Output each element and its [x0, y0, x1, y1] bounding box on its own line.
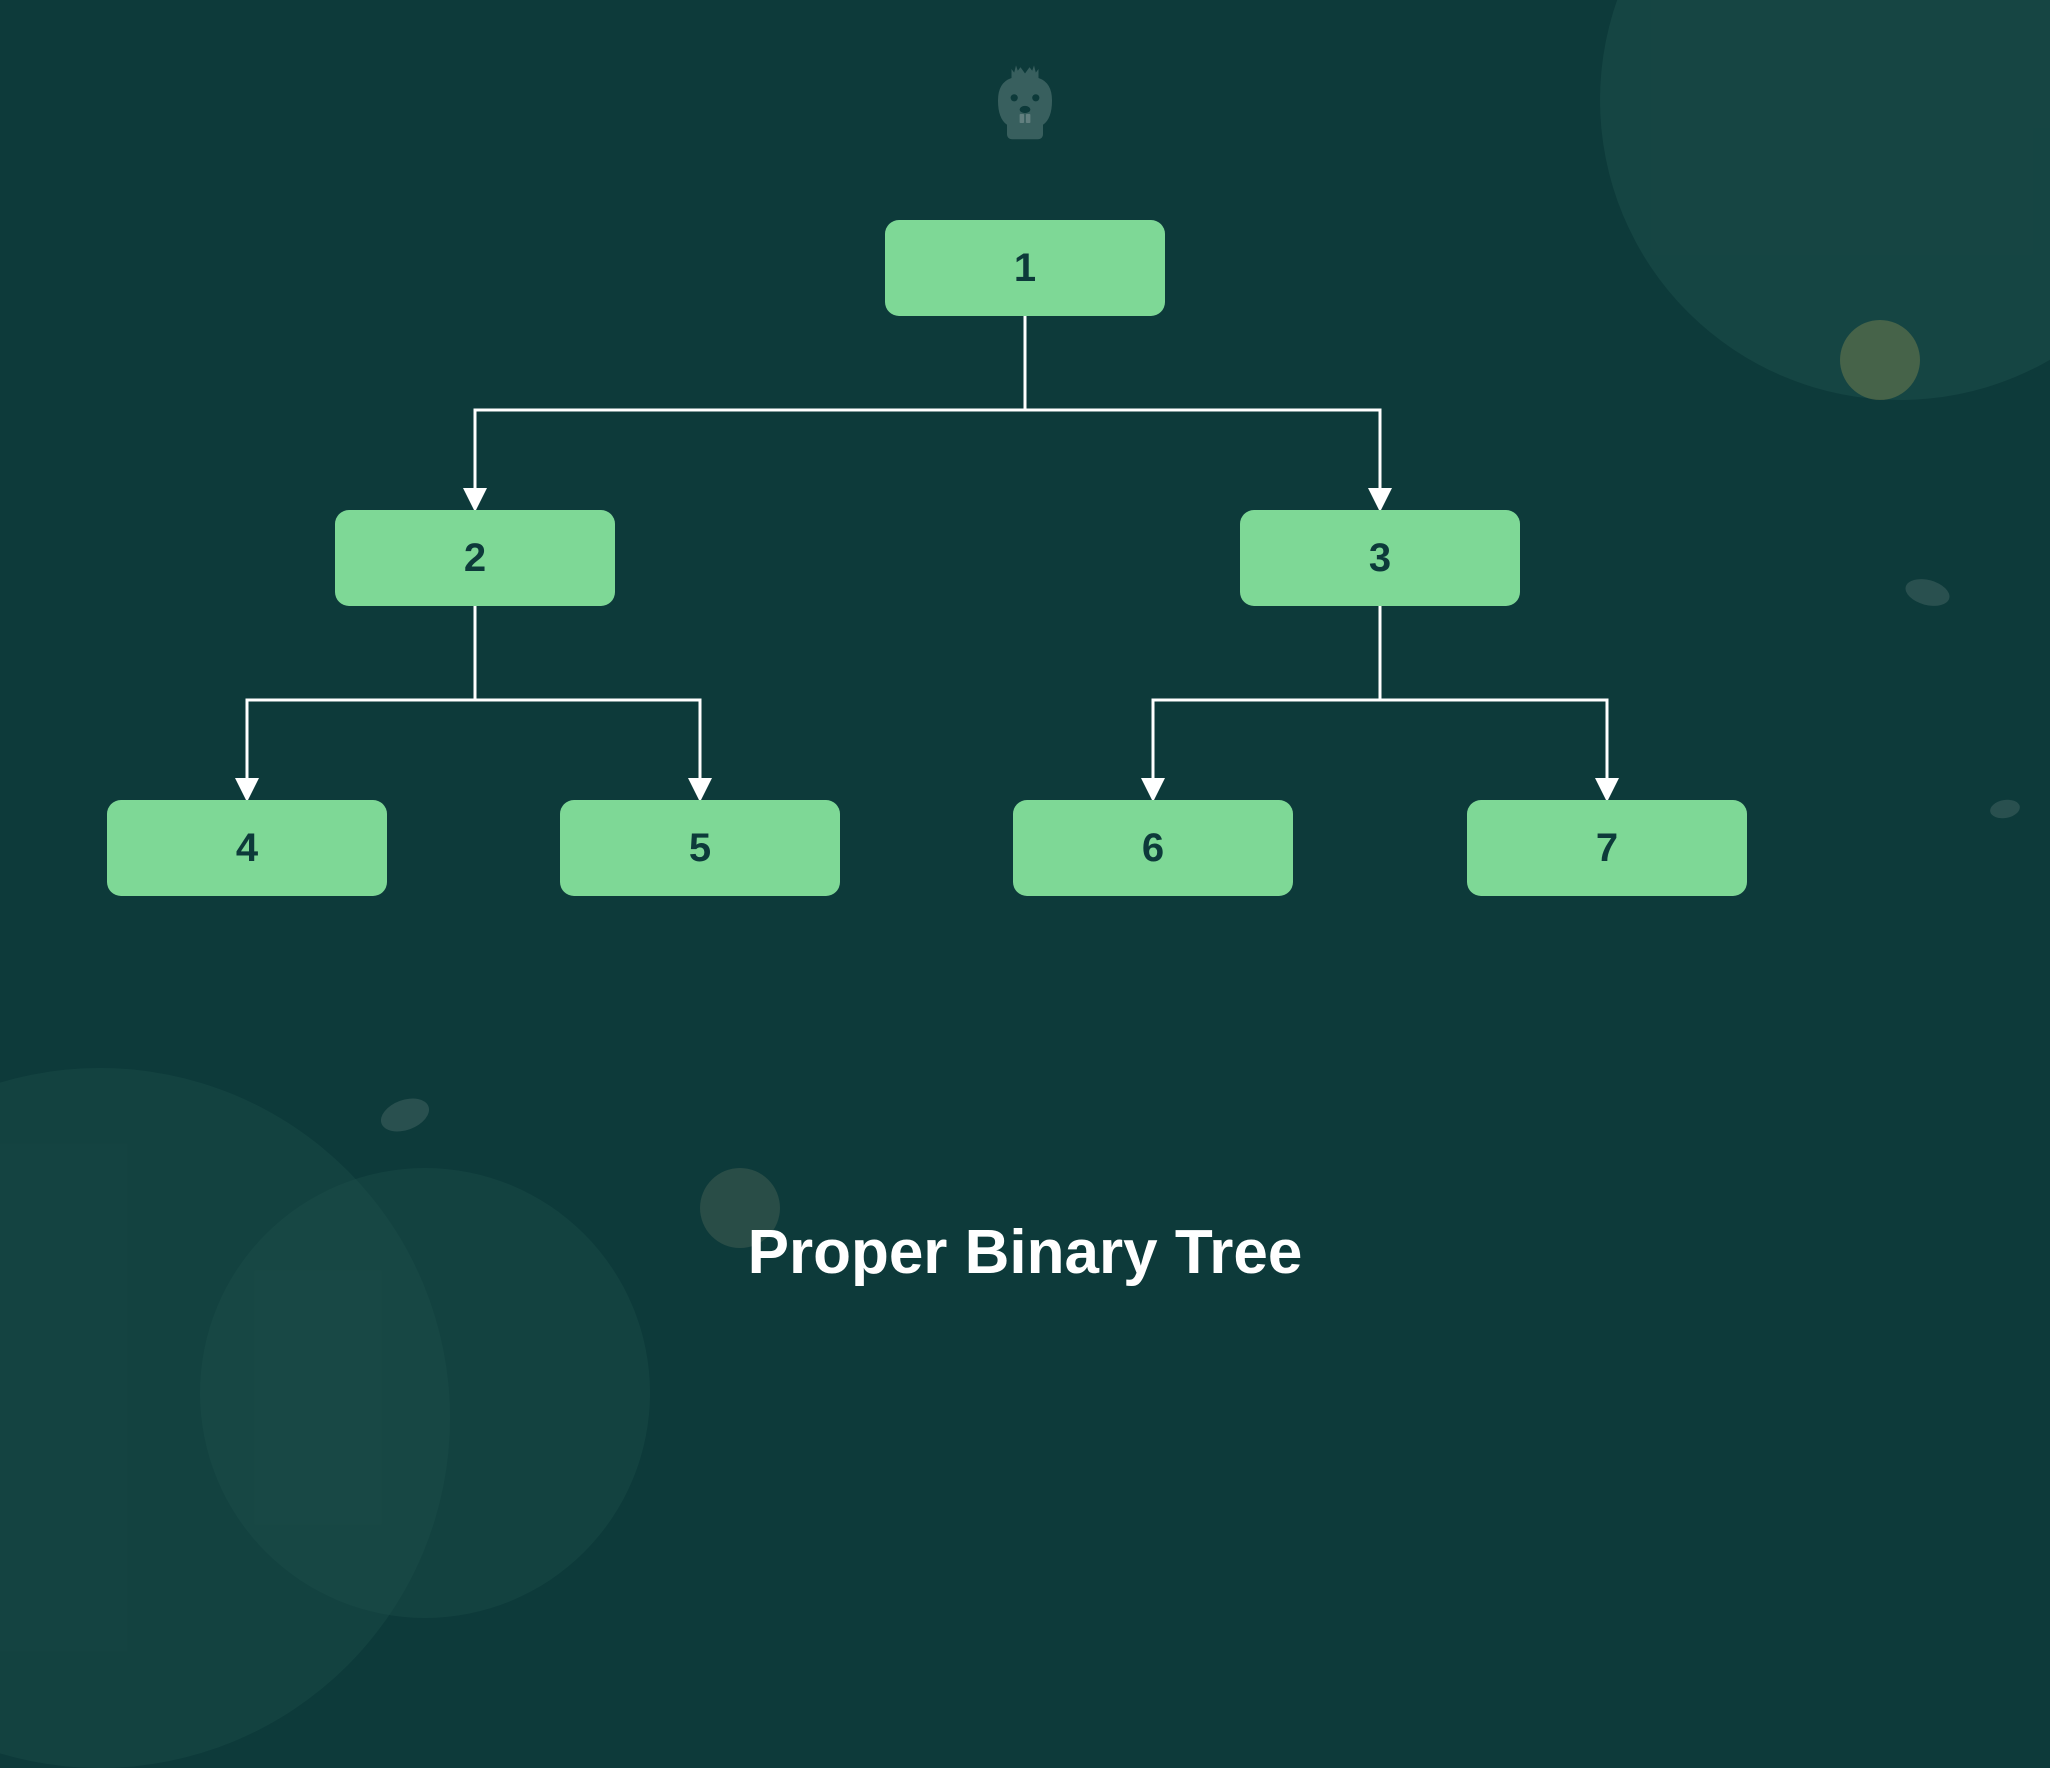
- beaver-logo-icon: [975, 55, 1075, 155]
- tree-node-4: 4: [107, 800, 387, 896]
- node-label: 6: [1142, 826, 1164, 871]
- diagram-title: Proper Binary Tree: [0, 1217, 2050, 1288]
- tree-node-7: 7: [1467, 800, 1747, 896]
- binary-tree-diagram: 1 2 3 4 5 6 7: [0, 220, 2050, 1020]
- node-label: 5: [689, 826, 711, 871]
- node-label: 4: [236, 826, 258, 871]
- tree-node-3: 3: [1240, 510, 1520, 606]
- tree-node-6: 6: [1013, 800, 1293, 896]
- tree-node-5: 5: [560, 800, 840, 896]
- bg-decoration: [376, 1092, 433, 1137]
- tree-edges: [0, 220, 2050, 1020]
- node-label: 3: [1369, 536, 1391, 581]
- node-label: 2: [464, 536, 486, 581]
- node-label: 7: [1596, 826, 1618, 871]
- tree-node-2: 2: [335, 510, 615, 606]
- tree-node-1: 1: [885, 220, 1165, 316]
- node-label: 1: [1014, 246, 1036, 291]
